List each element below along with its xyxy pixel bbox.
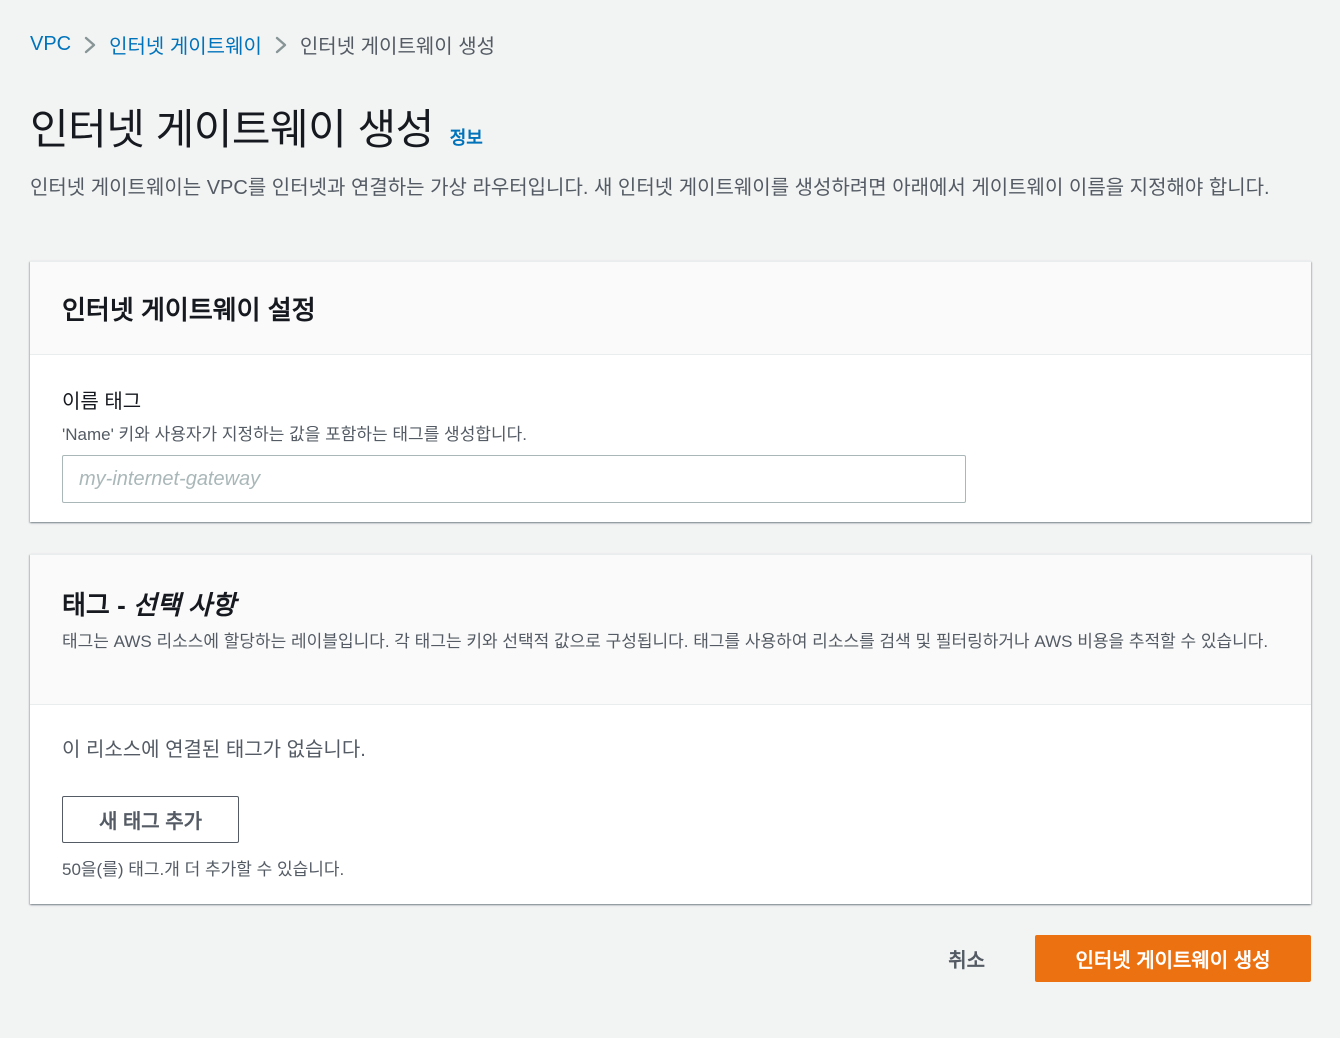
tags-panel-title-optional: 선택 사항 bbox=[132, 590, 236, 620]
breadcrumb-current: 인터넷 게이트웨이 생성 bbox=[299, 36, 496, 58]
no-tags-text: 이 리소스에 연결된 태그가 없습니다. bbox=[62, 739, 366, 761]
tags-panel: 태그 - 선택 사항 태그는 AWS 리소스에 할당하는 레이블입니다. 각 태… bbox=[30, 554, 1311, 904]
info-link[interactable]: 정보 bbox=[450, 124, 483, 150]
page-description: 인터넷 게이트웨이는 VPC를 인터넷과 연결하는 가상 라우터입니다. 새 인… bbox=[30, 177, 1270, 199]
name-tag-label: 이름 태그 bbox=[62, 391, 142, 413]
tag-limit-text: 50을(를) 태그.개 더 추가할 수 있습니다. bbox=[62, 860, 345, 879]
breadcrumb-vpc[interactable]: VPC bbox=[30, 33, 71, 56]
create-internet-gateway-button[interactable]: 인터넷 게이트웨이 생성 bbox=[1035, 935, 1311, 982]
page-header: 인터넷 게이트웨이 생성 정보 bbox=[30, 96, 483, 157]
breadcrumb: VPC 인터넷 게이트웨이 인터넷 게이트웨이 생성 bbox=[30, 30, 495, 59]
settings-panel-title: 인터넷 게이트웨이 설정 bbox=[62, 294, 316, 325]
tags-panel-header: 태그 - 선택 사항 태그는 AWS 리소스에 할당하는 레이블입니다. 각 태… bbox=[30, 555, 1311, 705]
tags-panel-title-main: 태그 - bbox=[62, 590, 133, 620]
internet-gateway-settings-panel: 인터넷 게이트웨이 설정 이름 태그 'Name' 키와 사용자가 지정하는 값… bbox=[30, 261, 1311, 522]
chevron-right-icon bbox=[262, 35, 300, 55]
cancel-button[interactable]: 취소 bbox=[918, 935, 1015, 982]
page-title: 인터넷 게이트웨이 생성 bbox=[30, 106, 434, 153]
breadcrumb-internet-gateways[interactable]: 인터넷 게이트웨이 bbox=[109, 30, 262, 59]
settings-panel-body: 이름 태그 'Name' 키와 사용자가 지정하는 값을 포함하는 태그를 생성… bbox=[30, 355, 1311, 503]
tags-panel-title: 태그 - 선택 사항 bbox=[62, 585, 1279, 622]
form-actions: 취소 인터넷 게이트웨이 생성 bbox=[918, 935, 1311, 982]
tags-panel-body: 이 리소스에 연결된 태그가 없습니다. 새 태그 추가 50을(를) 태그.개… bbox=[30, 705, 1311, 880]
name-tag-input[interactable] bbox=[62, 455, 966, 503]
tags-panel-description: 태그는 AWS 리소스에 할당하는 레이블입니다. 각 태그는 키와 선택적 값… bbox=[62, 632, 1269, 651]
settings-panel-header: 인터넷 게이트웨이 설정 bbox=[30, 262, 1311, 355]
name-tag-description: 'Name' 키와 사용자가 지정하는 값을 포함하는 태그를 생성합니다. bbox=[62, 425, 527, 444]
add-tag-button[interactable]: 새 태그 추가 bbox=[62, 796, 239, 843]
chevron-right-icon bbox=[71, 35, 109, 55]
